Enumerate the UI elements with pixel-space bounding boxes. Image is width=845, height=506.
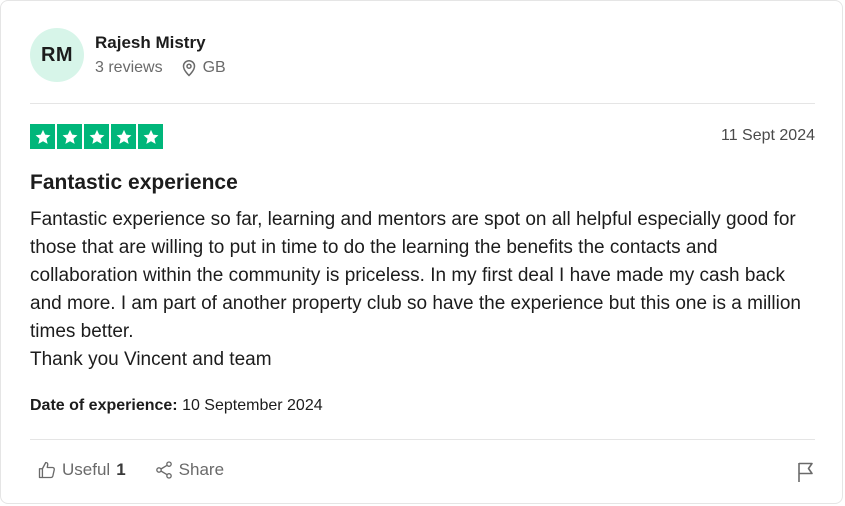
share-label: Share: [178, 460, 225, 479]
star-icon: [57, 124, 82, 149]
report-button[interactable]: [796, 461, 816, 488]
reviewer-header: RM Rajesh Mistry 3 reviews GB: [30, 28, 226, 82]
star-icon: [30, 124, 55, 149]
star-icon: [111, 124, 136, 149]
review-body-paragraph: Thank you Vincent and team: [30, 349, 272, 370]
divider: [30, 439, 815, 440]
useful-count: 1: [116, 460, 126, 479]
reviewer-info: Rajesh Mistry 3 reviews GB: [95, 32, 226, 78]
date-of-experience: Date of experience: 10 September 2024: [30, 395, 323, 417]
thumbs-up-icon: [38, 461, 55, 479]
review-actions: Useful 1 Share: [37, 460, 252, 480]
experience-date: 10 September 2024: [182, 397, 323, 414]
reviewer-country: GB: [202, 59, 226, 76]
avatar[interactable]: RM: [30, 28, 84, 82]
share-icon: [155, 461, 172, 479]
experience-label: Date of experience:: [30, 397, 178, 414]
review-date: 11 Sept 2024: [720, 127, 815, 144]
useful-button[interactable]: Useful 1: [37, 460, 126, 480]
star-icon: [138, 124, 163, 149]
review-body-paragraph: Fantastic experience so far, learning an…: [30, 209, 801, 342]
review-title[interactable]: Fantastic experience: [30, 170, 238, 196]
review-count: 3 reviews: [95, 59, 163, 76]
flag-icon: [798, 462, 813, 482]
star-rating: [30, 124, 163, 149]
review-card: RM Rajesh Mistry 3 reviews GB 11 Sept 20…: [0, 0, 843, 504]
divider: [30, 103, 815, 104]
share-button[interactable]: Share: [154, 460, 224, 480]
star-icon: [84, 124, 109, 149]
useful-label: Useful: [62, 460, 111, 479]
review-body: Fantastic experience so far, learning an…: [30, 206, 820, 374]
reviewer-name[interactable]: Rajesh Mistry: [95, 32, 226, 54]
location-pin-icon: [181, 59, 197, 77]
reviewer-meta: 3 reviews GB: [95, 58, 226, 78]
